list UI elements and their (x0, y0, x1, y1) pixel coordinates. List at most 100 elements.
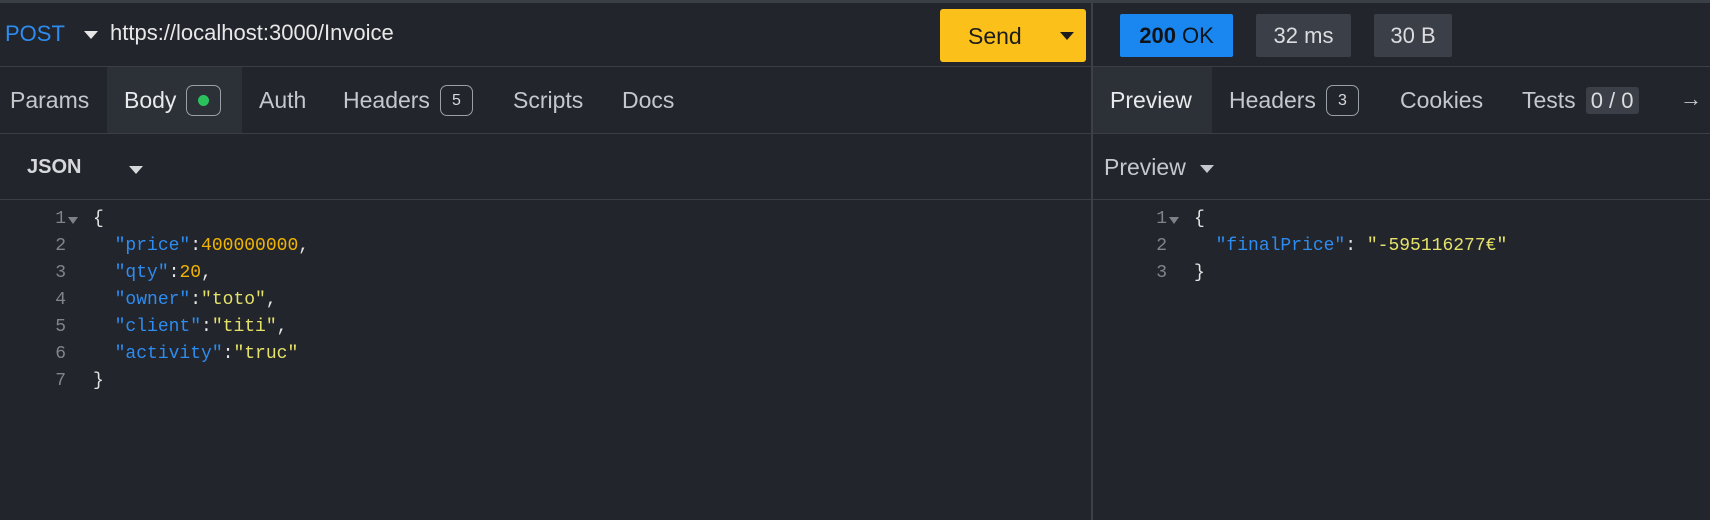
json-comma: , (201, 263, 212, 283)
body-status-indicator (186, 84, 222, 116)
tab-preview-label: Preview (1110, 86, 1192, 113)
fold-chevron-icon[interactable] (1169, 217, 1179, 224)
request-tabs: Params Body Auth Headers 5 Scripts Docs (0, 67, 1091, 134)
line-number: 3 (1156, 263, 1167, 283)
json-key: "activity" (114, 344, 223, 364)
status-badge: 200 OK (1120, 14, 1233, 57)
arrow-right-icon[interactable]: → (1680, 86, 1702, 112)
code-text: "client":"titi", (93, 317, 288, 337)
code-line: 4 "owner":"toto", (0, 288, 1091, 315)
json-colon: : (1345, 236, 1367, 256)
json-number: 20 (179, 263, 202, 283)
tab-headers-label: Headers (343, 86, 430, 113)
json-comma: , (298, 236, 310, 256)
tab-scripts[interactable]: Scripts (503, 67, 593, 133)
code-text: "activity":"truc" (93, 344, 299, 364)
line-number: 2 (1156, 236, 1167, 256)
response-time-badge: 32 ms (1256, 14, 1351, 57)
line-number: 4 (55, 290, 66, 310)
response-headers-count-badge: 3 (1325, 84, 1359, 116)
code-text: "price":400000000, (93, 236, 309, 256)
tab-scripts-label: Scripts (513, 86, 584, 113)
tab-tests[interactable]: Tests 0 / 0 (1512, 67, 1649, 133)
response-tabs: Preview Headers 3 Cookies Tests 0 / 0 → (1093, 67, 1710, 134)
code-text: "qty":20, (93, 263, 212, 283)
code-line: 3 } (1093, 261, 1710, 288)
line-number: 2 (55, 236, 66, 256)
code-text: } (1194, 263, 1205, 283)
json-key: "qty" (114, 263, 169, 283)
code-line: 6 "activity":"truc" (0, 342, 1091, 369)
line-number: 3 (55, 263, 66, 283)
tab-preview[interactable]: Preview (1093, 67, 1212, 133)
send-button[interactable]: Send (940, 9, 1086, 62)
json-key: "price" (114, 236, 191, 256)
tab-docs-label: Docs (622, 86, 675, 113)
send-button-label: Send (968, 23, 1022, 49)
code-line: 1 { (0, 207, 1091, 234)
http-method-select[interactable]: POST (5, 21, 65, 47)
code-line: 2 "price":400000000, (0, 234, 1091, 261)
json-comma: , (265, 290, 277, 310)
json-key: "owner" (114, 290, 191, 310)
code-text: "finalPrice": "-595116277€" (1194, 236, 1508, 256)
json-colon: : (168, 263, 180, 283)
preview-mode-bar: Preview (1093, 134, 1710, 200)
code-text: { (1194, 209, 1205, 229)
active-dot-icon (198, 94, 210, 106)
response-body-viewer[interactable]: 1 { 2 "finalPrice": "-595116277€" 3 } (1093, 207, 1710, 288)
body-format-select[interactable]: JSON (27, 156, 81, 179)
tab-params-label: Params (10, 86, 90, 113)
code-line: 3 "qty":20, (0, 261, 1091, 288)
tab-body[interactable]: Body (107, 67, 242, 133)
url-bar: POST https://localhost:3000/Invoice Send (0, 3, 1091, 67)
line-number: 1 (1156, 209, 1167, 229)
format-chevron-down-icon[interactable] (129, 166, 143, 174)
code-line: 2 "finalPrice": "-595116277€" (1093, 234, 1710, 261)
code-text: "owner":"toto", (93, 290, 277, 310)
code-text: } (93, 371, 104, 391)
send-options-chevron-down-icon[interactable] (1060, 32, 1074, 40)
tab-response-headers-label: Headers (1229, 86, 1316, 113)
tests-count-badge: 0 / 0 (1585, 86, 1639, 114)
json-string: "titi" (211, 317, 277, 337)
json-key: "client" (114, 317, 202, 337)
line-number: 5 (55, 317, 66, 337)
response-pane: 200 OK 32 ms 30 B Preview Headers 3 Cook… (1093, 3, 1710, 520)
json-string: "-595116277€" (1366, 236, 1508, 256)
preview-chevron-down-icon[interactable] (1200, 165, 1214, 173)
tab-auth[interactable]: Auth (249, 67, 316, 133)
tab-headers[interactable]: Headers 5 (333, 67, 483, 133)
response-size-badge: 30 B (1374, 14, 1452, 57)
headers-count-badge: 5 (439, 84, 473, 116)
url-input[interactable]: https://localhost:3000/Invoice (110, 20, 394, 46)
json-string: "truc" (233, 344, 299, 364)
method-chevron-down-icon[interactable] (84, 31, 98, 39)
line-number: 6 (55, 344, 66, 364)
code-line: 5 "client":"titi", (0, 315, 1091, 342)
response-status-bar: 200 OK 32 ms 30 B (1093, 3, 1710, 67)
json-number: 400000000 (201, 236, 299, 256)
request-pane: POST https://localhost:3000/Invoice Send… (0, 3, 1091, 520)
tab-cookies-label: Cookies (1400, 86, 1484, 113)
code-text: { (93, 209, 104, 229)
json-comma: , (276, 317, 288, 337)
tab-response-headers[interactable]: Headers 3 (1219, 67, 1369, 133)
tab-docs[interactable]: Docs (612, 67, 684, 133)
tab-params[interactable]: Params (0, 67, 99, 133)
tab-auth-label: Auth (259, 86, 307, 113)
line-number: 7 (55, 371, 66, 391)
json-colon: : (201, 317, 212, 337)
json-string: "toto" (201, 290, 266, 310)
line-number: 1 (55, 209, 66, 229)
json-colon: : (222, 344, 234, 364)
tab-body-label: Body (124, 86, 177, 113)
tab-tests-label: Tests (1522, 86, 1576, 113)
code-line: 1 { (1093, 207, 1710, 234)
fold-chevron-icon[interactable] (68, 217, 78, 224)
code-line: 7 } (0, 369, 1091, 396)
tab-cookies[interactable]: Cookies (1390, 67, 1493, 133)
json-colon: : (190, 236, 202, 256)
preview-mode-select[interactable]: Preview (1104, 154, 1186, 181)
request-body-editor[interactable]: 1 { 2 "price":400000000, 3 "qty":20, 4 "… (0, 207, 1091, 396)
